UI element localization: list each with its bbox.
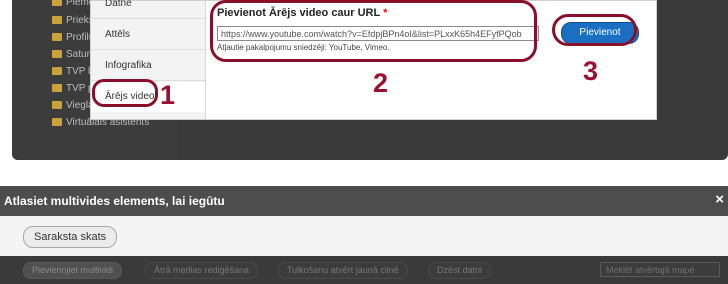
step-number-1: 1 bbox=[160, 80, 176, 110]
tree-item[interactable]: Piemē bbox=[52, 0, 94, 10]
list-view-button[interactable]: Saraksta skats bbox=[23, 226, 118, 248]
search-input[interactable]: Meklēt atvērtajā mapē bbox=[600, 262, 720, 277]
folder-icon bbox=[52, 16, 62, 24]
tree-item[interactable]: Priekš bbox=[52, 15, 94, 28]
top-screenshot-panel: Piemē Priekš Profilu Satura TVP b TVP p … bbox=[12, 0, 728, 160]
highlight-ring-tab bbox=[92, 79, 158, 107]
highlight-ring-url bbox=[210, 0, 537, 62]
tab-file[interactable]: Datne bbox=[91, 0, 205, 19]
step-number-2: 2 bbox=[373, 68, 389, 98]
media-toolbar: Pievienojiet multividi Ātrā medias rediģ… bbox=[0, 256, 728, 284]
folder-icon bbox=[52, 118, 62, 126]
quick-edit-button[interactable]: Ātrā medias rediģēšana bbox=[145, 262, 259, 279]
tree-item[interactable]: TVP p bbox=[52, 83, 94, 96]
delete-file-button[interactable]: Dzēst datni bbox=[428, 262, 492, 279]
modal-body: Saraksta skats bbox=[0, 216, 728, 256]
tree-item[interactable]: Profilu bbox=[52, 32, 94, 45]
tree-item[interactable]: TVP b bbox=[52, 66, 94, 79]
tab-infographic[interactable]: Infografika bbox=[91, 51, 205, 81]
tree-item[interactable]: Satura bbox=[52, 49, 95, 62]
folder-icon bbox=[52, 0, 62, 6]
open-new-tab-button[interactable]: Tulkošanu atvērt jaunā cilnē bbox=[278, 262, 408, 279]
folder-icon bbox=[52, 101, 62, 109]
folder-icon bbox=[52, 67, 62, 75]
media-picker-modal: Atlasiet multivides elements, lai iegūtu… bbox=[0, 186, 728, 284]
modal-titlebar: Atlasiet multivides elements, lai iegūtu… bbox=[0, 186, 728, 216]
folder-icon bbox=[52, 33, 62, 41]
add-media-button[interactable]: Pievienojiet multividi bbox=[23, 262, 123, 279]
folder-icon bbox=[52, 50, 62, 58]
step-number-3: 3 bbox=[583, 56, 599, 86]
close-icon[interactable]: × bbox=[715, 192, 724, 207]
highlight-ring-button bbox=[552, 14, 637, 46]
modal-title: Atlasiet multivides elements, lai iegūtu bbox=[4, 194, 225, 208]
tab-image[interactable]: Attēls bbox=[91, 20, 205, 50]
folder-icon bbox=[52, 84, 62, 92]
